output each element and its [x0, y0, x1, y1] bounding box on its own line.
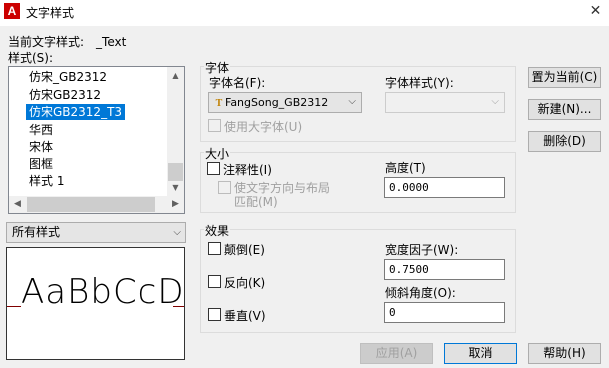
chevron-down-icon: ⌵ [173, 227, 181, 238]
current-style-value: _Text [96, 35, 127, 49]
style-filter-dropdown[interactable]: 所有样式 ⌵ [6, 222, 186, 243]
preview-baseline-left [7, 306, 21, 307]
scroll-down-icon[interactable]: ▼ [167, 179, 184, 196]
style-item[interactable]: 仿宋_GB2312 [26, 69, 110, 85]
annotative-label: 注释性(I) [223, 163, 272, 177]
vertical-scrollbar[interactable]: ▲ ▼ [167, 67, 184, 196]
font-style-label: 字体样式(Y): [385, 76, 454, 90]
style-item[interactable]: 仿宋GB2312 [26, 87, 104, 103]
effects-group-title: 效果 [204, 222, 231, 239]
style-item[interactable]: 样式 1 [26, 173, 67, 189]
text-preview: AaBbCcD [6, 247, 185, 360]
chevron-down-icon: ⌵ [348, 96, 356, 107]
size-group-title: 大小 [204, 145, 231, 162]
font-name-dropdown[interactable]: T FangSong_GB2312 ⌵ [208, 92, 362, 113]
scroll-right-icon[interactable]: ▶ [167, 196, 184, 213]
horizontal-scrollbar[interactable]: ◀ ▶ [9, 196, 184, 213]
match-orientation-label-line2: 匹配(M) [234, 195, 278, 209]
height-label: 高度(T) [385, 161, 426, 175]
style-item[interactable]: 宋体 [26, 139, 56, 155]
style-item[interactable]: 华西 [26, 122, 56, 138]
help-button[interactable]: 帮助(H) [528, 343, 601, 364]
scroll-up-icon[interactable]: ▲ [167, 67, 184, 84]
set-current-button[interactable]: 置为当前(C) [528, 67, 601, 88]
font-name-label: 字体名(F): [209, 76, 266, 90]
current-style: 当前文字样式: _Text [8, 33, 126, 50]
oblique-angle-label: 倾斜角度(O): [385, 286, 456, 300]
preview-baseline-right [173, 306, 184, 307]
app-icon: A [4, 3, 20, 19]
height-input[interactable]: 0.0000 [384, 177, 505, 198]
vertical-checkbox[interactable] [208, 308, 221, 321]
window-title: 文字样式 [26, 6, 75, 20]
truetype-font-icon: T [215, 98, 223, 109]
upside-down-checkbox[interactable] [208, 242, 221, 255]
backwards-checkbox[interactable] [208, 275, 221, 288]
match-orientation-checkbox[interactable] [218, 181, 231, 194]
oblique-angle-input[interactable]: 0 [384, 302, 505, 323]
width-factor-label: 宽度因子(W): [385, 243, 459, 257]
style-item[interactable]: 图框 [26, 156, 56, 172]
apply-button[interactable]: 应用(A) [360, 343, 433, 364]
close-icon[interactable]: ✕ [582, 0, 609, 22]
backwards-label: 反向(K) [224, 276, 266, 290]
font-name-value: FangSong_GB2312 [225, 96, 329, 109]
delete-button[interactable]: 删除(D) [528, 131, 601, 152]
style-item-selected[interactable]: 仿宋GB2312_T3 [26, 104, 126, 120]
font-style-dropdown[interactable]: ⌵ [385, 92, 505, 113]
styles-listbox[interactable]: 仿宋_GB2312 仿宋GB2312 仿宋GB2312_T3 华西 宋体 图框 … [8, 66, 185, 214]
chevron-down-icon: ⌵ [491, 96, 499, 107]
scroll-left-icon[interactable]: ◀ [9, 196, 26, 213]
current-style-label: 当前文字样式: [8, 35, 85, 49]
use-big-font-label: 使用大字体(U) [224, 120, 303, 134]
styles-label: 样式(S): [8, 51, 54, 65]
vertical-label: 垂直(V) [224, 309, 266, 323]
use-big-font-checkbox[interactable] [208, 119, 221, 132]
scroll-thumb[interactable] [27, 197, 155, 212]
annotative-checkbox[interactable] [207, 162, 220, 175]
width-factor-input[interactable]: 0.7500 [384, 259, 505, 280]
upside-down-label: 颠倒(E) [224, 243, 265, 257]
style-filter-value: 所有样式 [12, 225, 61, 239]
title-bar [0, 0, 609, 26]
new-style-button[interactable]: 新建(N)... [528, 99, 601, 120]
cancel-button[interactable]: 取消 [444, 343, 517, 364]
preview-sample-text: AaBbCcD [21, 272, 185, 312]
